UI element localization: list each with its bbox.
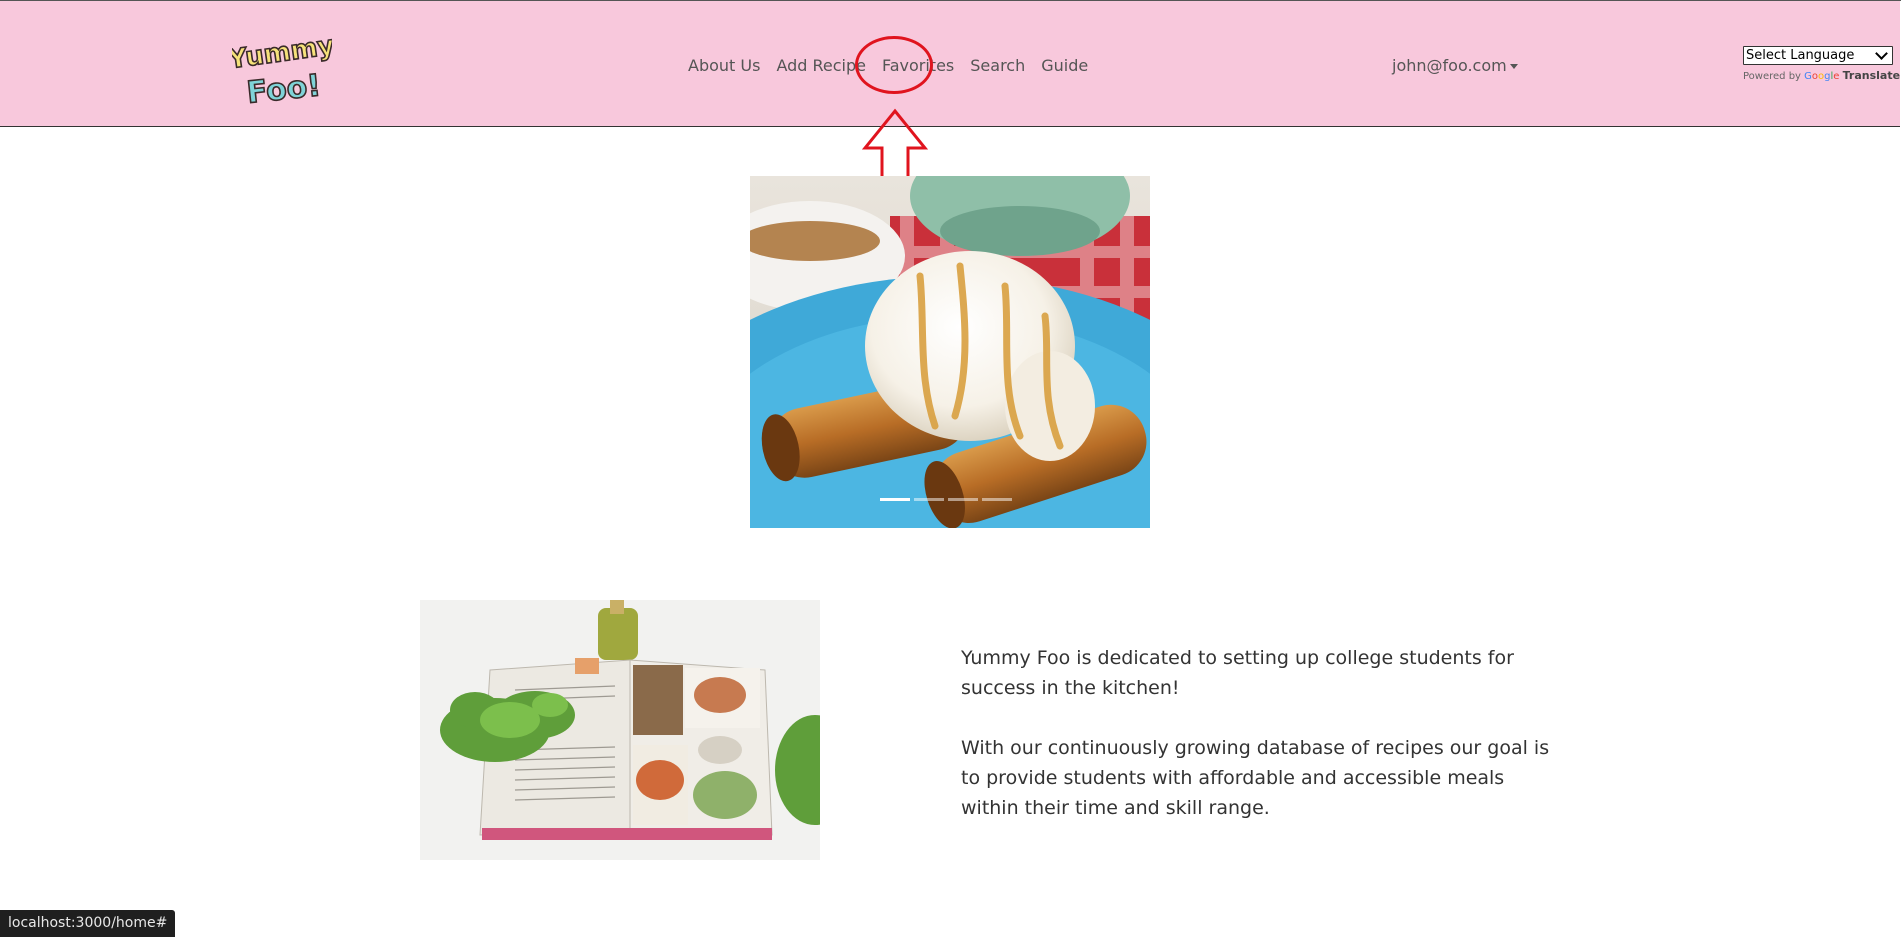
nav-about-us[interactable]: About Us (680, 53, 768, 78)
logo-graphic: Yummy Foo! (225, 30, 337, 112)
carousel-indicator[interactable] (982, 498, 1012, 501)
cookbook-image (420, 600, 820, 860)
carousel-indicator[interactable] (880, 498, 910, 501)
google-wordmark: Google (1804, 71, 1839, 82)
caret-down-icon (1509, 64, 1518, 69)
translate-link[interactable]: Translate (1843, 69, 1900, 82)
cookbook-photo (420, 600, 820, 860)
user-email: john@foo.com (1392, 56, 1507, 75)
carousel-slide-image (750, 176, 1150, 528)
language-select[interactable]: Select Language (1743, 46, 1893, 65)
carousel-indicators (880, 498, 1012, 501)
nav-guide[interactable]: Guide (1033, 53, 1096, 78)
about-paragraph-2: With our continuously growing database o… (961, 737, 1550, 819)
nav-search[interactable]: Search (962, 53, 1033, 78)
navbar: Yummy Foo! About Us Add Recipe Favorites… (0, 1, 1900, 127)
annotation-circle (855, 36, 933, 94)
carousel-indicator[interactable] (948, 498, 978, 501)
google-letter: e (1833, 71, 1840, 82)
language-select-value: Select Language (1746, 48, 1855, 63)
powered-by-google: Powered by Google Translate (1743, 69, 1900, 82)
powered-by-text: Powered by (1743, 71, 1801, 82)
user-dropdown[interactable]: john@foo.com (1392, 56, 1518, 75)
food-carousel[interactable] (750, 176, 1150, 528)
chevron-down-icon (1875, 47, 1888, 60)
carousel-indicator[interactable] (914, 498, 944, 501)
yummy-foo-logo[interactable]: Yummy Foo! (225, 27, 337, 112)
about-paragraph-1: Yummy Foo is dedicated to setting up col… (961, 647, 1514, 699)
browser-status-url: localhost:3000/home# (0, 910, 176, 937)
about-section: Yummy Foo is dedicated to setting up col… (961, 643, 1561, 853)
logo-text-foo: Foo! (245, 68, 322, 111)
page: Yummy Foo! About Us Add Recipe Favorites… (0, 0, 1901, 937)
google-translate-widget: Select Language Powered by Google Transl… (1743, 46, 1900, 82)
google-letter: G (1804, 71, 1812, 82)
